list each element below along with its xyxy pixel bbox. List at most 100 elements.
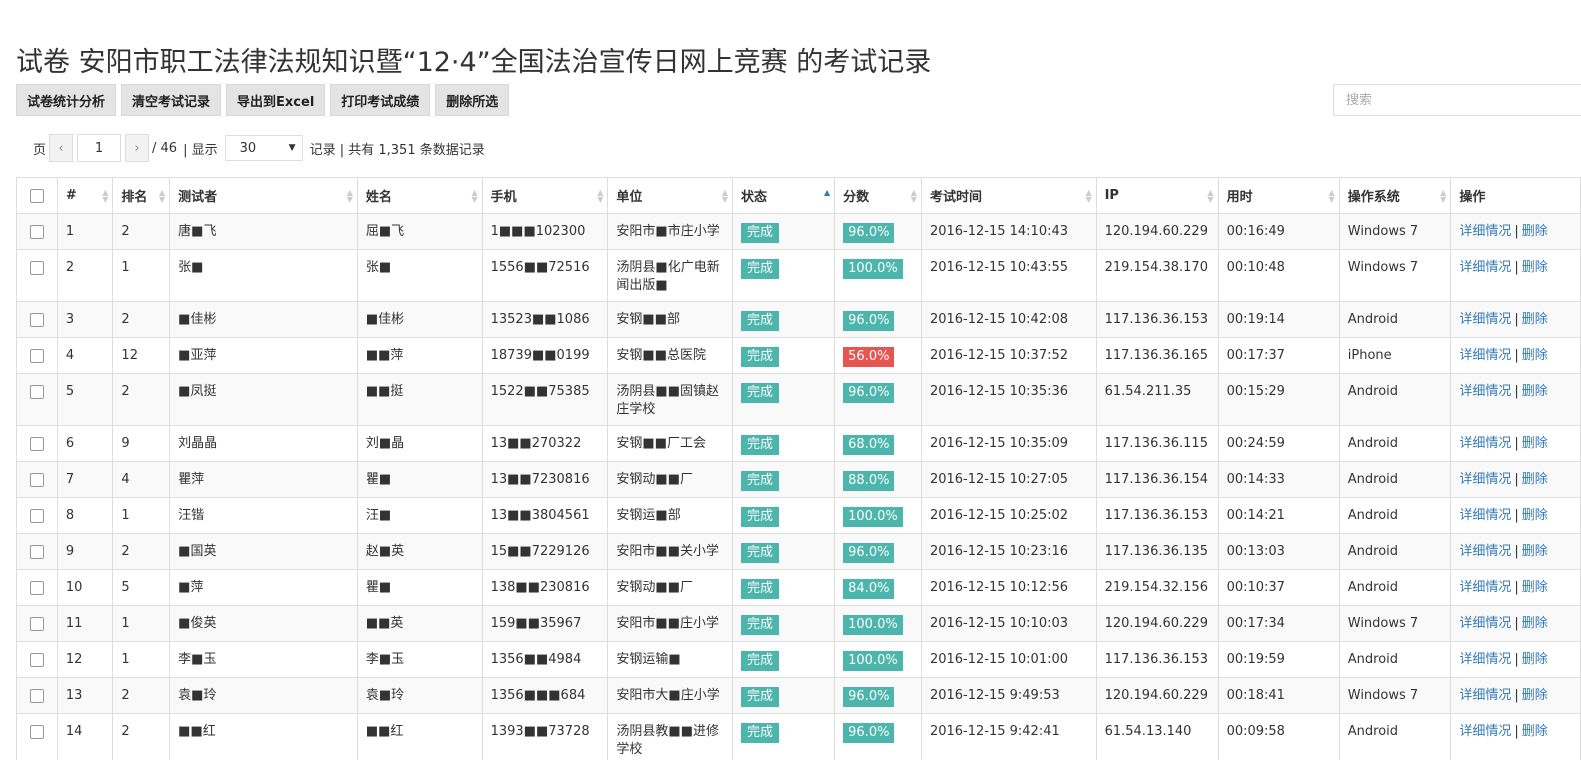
header-index[interactable]: # ▲ ▼ <box>56 177 114 214</box>
row-select-cell[interactable] <box>16 425 58 462</box>
row-select-cell[interactable] <box>16 213 58 250</box>
row-select-cell[interactable] <box>16 713 58 760</box>
detail-link[interactable]: 详细情况 <box>1459 224 1511 239</box>
row-select-cell[interactable] <box>16 677 58 714</box>
sort-icon: ▲ ▼ <box>1085 188 1092 204</box>
export-excel-button[interactable]: 导出到Excel <box>226 84 326 116</box>
detail-link[interactable]: 详细情况 <box>1459 580 1511 595</box>
cell-status: 完成 <box>731 713 836 760</box>
detail-link[interactable]: 详细情况 <box>1459 688 1511 703</box>
row-checkbox[interactable] <box>29 384 44 399</box>
exam-stats-button[interactable]: 试卷统计分析 <box>16 84 117 116</box>
row-select-cell[interactable] <box>16 373 58 426</box>
row-checkbox[interactable] <box>29 260 44 275</box>
header-tester[interactable]: 测试者 ▲ ▼ <box>169 177 358 214</box>
delete-link[interactable]: 删除 <box>1522 260 1548 275</box>
header-unit[interactable]: 单位 ▲ ▼ <box>607 177 733 214</box>
cell-name: 赵■英 <box>356 533 483 570</box>
header-status[interactable]: 状态 ▲ <box>731 177 836 214</box>
row-checkbox[interactable] <box>29 436 44 451</box>
select-all-checkbox[interactable] <box>29 188 44 203</box>
delete-link[interactable]: 删除 <box>1522 384 1548 399</box>
detail-link[interactable]: 详细情况 <box>1459 508 1511 523</box>
detail-link[interactable]: 详细情况 <box>1459 616 1511 631</box>
cell-ip: 120.194.60.229 <box>1095 213 1219 250</box>
header-exam-time[interactable]: 考试时间 ▲ ▼ <box>920 177 1097 214</box>
detail-link[interactable]: 详细情况 <box>1459 348 1511 363</box>
cell-ip: 61.54.13.140 <box>1095 713 1219 760</box>
detail-link[interactable]: 详细情况 <box>1459 652 1511 667</box>
sort-icon: ▲ ▼ <box>1440 188 1447 204</box>
header-actions: 操作 <box>1450 177 1581 214</box>
action-separator: | <box>1514 436 1519 451</box>
row-select-cell[interactable] <box>16 533 58 570</box>
row-select-cell[interactable] <box>16 641 58 678</box>
cell-duration: 00:17:34 <box>1217 605 1340 642</box>
prev-page-button[interactable]: ‹ <box>49 134 74 162</box>
cell-status: 完成 <box>731 569 836 606</box>
delete-selected-button[interactable]: 删除所选 <box>435 84 510 116</box>
detail-link[interactable]: 详细情况 <box>1459 472 1511 487</box>
row-select-cell[interactable] <box>16 461 58 498</box>
row-checkbox[interactable] <box>29 544 44 559</box>
row-select-cell[interactable] <box>16 569 58 606</box>
header-name[interactable]: 姓名 ▲ ▼ <box>356 177 483 214</box>
row-checkbox[interactable] <box>29 616 44 631</box>
row-checkbox[interactable] <box>29 224 44 239</box>
detail-link[interactable]: 详细情况 <box>1459 384 1511 399</box>
row-checkbox[interactable] <box>29 724 44 739</box>
row-checkbox[interactable] <box>29 580 44 595</box>
header-score[interactable]: 分数 ▲ ▼ <box>834 177 922 214</box>
page-total: / 46 <box>152 140 178 156</box>
cell-duration: 00:14:21 <box>1217 497 1340 534</box>
header-duration[interactable]: 用时 ▲ ▼ <box>1217 177 1340 214</box>
row-select-cell[interactable] <box>16 605 58 642</box>
delete-link[interactable]: 删除 <box>1522 312 1548 327</box>
print-scores-button[interactable]: 打印考试成绩 <box>330 84 431 116</box>
delete-link[interactable]: 删除 <box>1522 224 1548 239</box>
header-os[interactable]: 操作系统 ▲ ▼ <box>1338 177 1452 214</box>
row-select-cell[interactable] <box>16 301 58 338</box>
cell-unit: 安钢■■部 <box>607 301 733 338</box>
row-checkbox[interactable] <box>29 652 44 667</box>
detail-link[interactable]: 详细情况 <box>1459 312 1511 327</box>
cell-status: 完成 <box>731 605 836 642</box>
header-rank[interactable]: 排名 ▲ ▼ <box>112 177 171 214</box>
next-page-button[interactable]: › <box>125 134 150 162</box>
delete-link[interactable]: 删除 <box>1522 436 1548 451</box>
row-select-cell[interactable] <box>16 337 58 374</box>
detail-link[interactable]: 详细情况 <box>1459 260 1511 275</box>
delete-link[interactable]: 删除 <box>1522 508 1548 523</box>
clear-records-button[interactable]: 清空考试记录 <box>121 84 222 116</box>
header-ip[interactable]: IP ▲ ▼ <box>1095 177 1219 214</box>
cell-actions: 详细情况 | 删除 <box>1450 461 1581 498</box>
row-checkbox[interactable] <box>29 508 44 523</box>
delete-link[interactable]: 删除 <box>1522 580 1548 595</box>
delete-link[interactable]: 删除 <box>1522 616 1548 631</box>
detail-link[interactable]: 详细情况 <box>1459 544 1511 559</box>
status-badge: 完成 <box>740 543 779 563</box>
row-checkbox[interactable] <box>29 348 44 363</box>
row-select-cell[interactable] <box>16 497 58 534</box>
search-input[interactable] <box>1333 84 1581 116</box>
delete-link[interactable]: 删除 <box>1522 724 1548 739</box>
cell-duration: 00:10:48 <box>1217 249 1340 302</box>
delete-link[interactable]: 删除 <box>1522 348 1548 363</box>
delete-link[interactable]: 删除 <box>1522 652 1548 667</box>
cell-score: 100.0% <box>834 497 922 534</box>
delete-link[interactable]: 删除 <box>1522 472 1548 487</box>
per-page-select[interactable]: 30 ▼ <box>224 135 303 161</box>
row-select-cell[interactable] <box>16 249 58 302</box>
page-number-input[interactable] <box>77 134 122 162</box>
delete-link[interactable]: 删除 <box>1522 544 1548 559</box>
row-checkbox[interactable] <box>29 688 44 703</box>
cell-index: 1 <box>56 213 114 250</box>
header-select-all[interactable] <box>16 177 58 214</box>
detail-link[interactable]: 详细情况 <box>1459 724 1511 739</box>
header-phone[interactable]: 手机 ▲ ▼ <box>481 177 609 214</box>
row-checkbox[interactable] <box>29 472 44 487</box>
row-checkbox[interactable] <box>29 312 44 327</box>
cell-rank: 5 <box>112 569 171 606</box>
detail-link[interactable]: 详细情况 <box>1459 436 1511 451</box>
delete-link[interactable]: 删除 <box>1522 688 1548 703</box>
